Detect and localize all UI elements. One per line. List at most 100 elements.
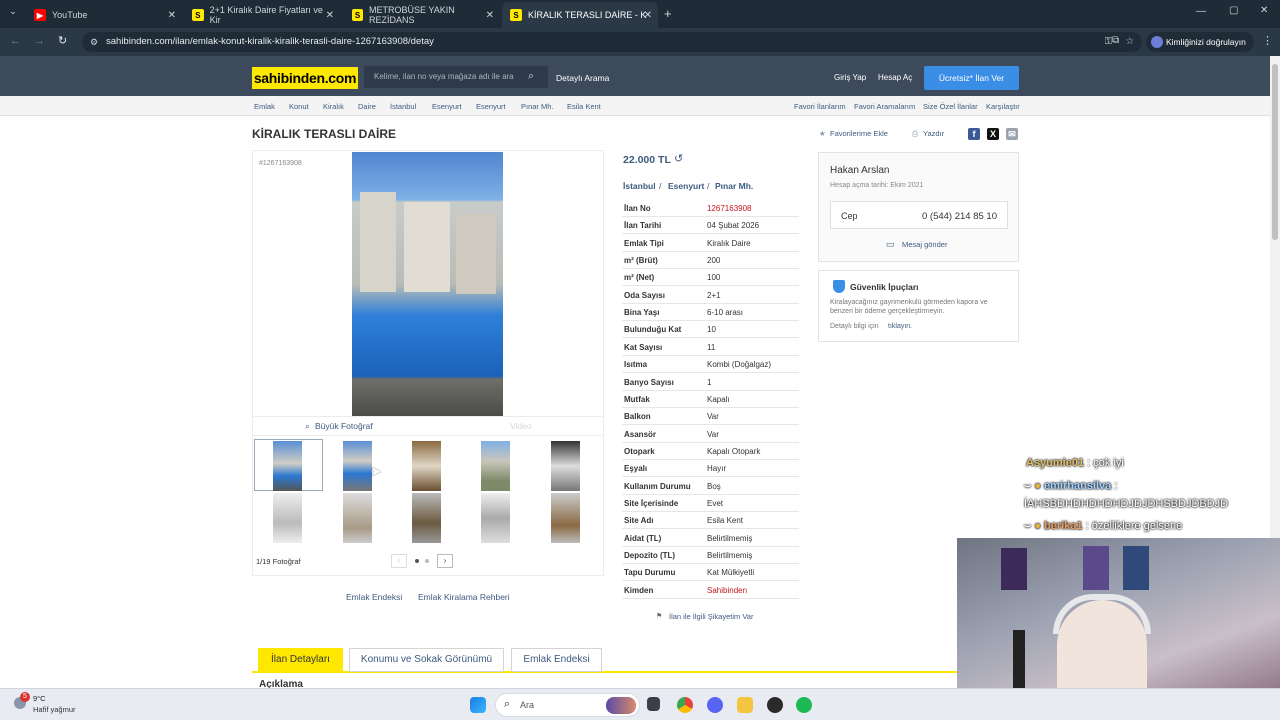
tab-label: YouTube [52,10,88,20]
magnify-icon[interactable]: ⌕ [305,421,310,432]
facebook-icon[interactable]: f [968,128,980,140]
scrollbar-thumb[interactable] [1272,64,1278,240]
minimize-icon[interactable]: — [1196,6,1206,17]
breadcrumb-item[interactable]: Daire [358,102,376,111]
password-key-icon[interactable]: ⚿ [1105,32,1112,52]
login-link[interactable]: Giriş Yap [834,73,866,82]
extensions-icon[interactable]: ⧉ [1112,35,1119,46]
thumbnail[interactable] [343,493,372,543]
email-share-icon[interactable]: ✉ [1006,128,1018,140]
breadcrumb: Emlak Konut Kiralık Daire İstanbul Eseny… [0,96,1270,116]
flag-icon[interactable]: ⚑ [656,612,662,620]
thumbnail[interactable] [481,493,510,543]
forward-icon[interactable]: → [34,35,45,47]
weather-temp[interactable]: 9°C [33,694,46,703]
complaint-link[interactable]: İlan ile İlgili Şikayetim Var [669,612,753,621]
thumbnail[interactable] [412,493,441,543]
back-icon[interactable]: ← [10,35,21,47]
register-link[interactable]: Hesap Aç [878,73,912,82]
tab-youtube[interactable]: ▶ YouTube ✕ [26,2,182,28]
x-twitter-icon[interactable]: X [987,128,999,140]
file-explorer-icon[interactable] [737,697,753,713]
favorite-star-icon[interactable]: ★ [819,129,826,138]
thumbnail[interactable] [343,441,372,491]
tab-list-icon[interactable]: ⌄ [6,6,20,20]
new-tab-icon[interactable]: + [664,6,672,21]
main-photo[interactable] [352,152,503,416]
maximize-icon[interactable]: ▢ [1229,5,1238,16]
tab-listing-1[interactable]: S 2+1 Kiralık Daire Fiyatları ve Kir ✕ [184,2,340,28]
close-icon[interactable]: ✕ [326,10,334,21]
safety-more-link[interactable]: tıklayın. [888,323,912,330]
quick-link[interactable]: Size Özel İlanlar [923,102,978,111]
thumbnail[interactable] [412,441,441,491]
window-close-icon[interactable]: ✕ [1260,5,1268,16]
task-view-icon[interactable] [647,697,660,711]
url-field[interactable]: ⚙ sahibinden.com/ilan/emlak-konut-kirali… [82,32,1142,52]
tab-real-estate-index[interactable]: Emlak Endeksi [511,648,602,672]
printer-icon[interactable]: ⎙ [912,129,918,139]
location-district[interactable]: Esenyurt [668,181,704,191]
quick-link[interactable]: Favori Aramalarım [854,102,915,111]
location-city[interactable]: İstanbul [623,181,656,191]
start-icon[interactable] [470,697,486,713]
weather-desc[interactable]: Hafif yağmur [33,705,76,714]
discord-icon[interactable] [707,697,723,713]
price-history-icon[interactable]: ↺ [674,152,683,165]
quick-link[interactable]: Favori İlanlarım [794,102,846,111]
chrome-icon[interactable] [677,697,693,713]
prev-photo-button[interactable]: ‹ [391,554,407,568]
browser-menu-icon[interactable]: ⋮ [1262,34,1273,47]
thumbnail[interactable] [273,441,302,491]
phone-number[interactable]: 0 (544) 214 85 10 [922,211,997,222]
identity-verify-button[interactable]: Kimliğinizi doğrulayın [1146,32,1254,52]
spotify-icon[interactable] [796,697,812,713]
seller-name[interactable]: Hakan Arslan [830,165,889,176]
breadcrumb-item[interactable]: Kiralık [323,102,344,111]
detail-value: 1 [707,377,712,387]
message-icon[interactable]: ▭ [886,239,895,250]
next-photo-button[interactable]: › [437,554,453,568]
thumbnail[interactable] [551,441,580,491]
location-neighborhood[interactable]: Pınar Mh. [715,181,753,191]
tab-listing-2[interactable]: S METROBÜSE YAKIN REZİDANS ✕ [344,2,500,28]
detail-row: İlan Tarihi 04 Şubat 2026 [622,217,799,235]
emlak-endeksi-link[interactable]: Emlak Endeksi [346,592,402,602]
thumbnail[interactable] [481,441,510,491]
close-icon[interactable]: ✕ [168,10,176,21]
quick-link[interactable]: Karşılaştır [986,102,1020,111]
close-icon[interactable]: ✕ [486,10,494,21]
app-icon[interactable] [767,697,783,713]
taskbar-search-input[interactable]: ⌕ Ara [495,693,640,717]
detail-value[interactable]: Sahibinden [707,586,747,595]
add-favorite-link[interactable]: Favorilerime Ekle [830,129,888,138]
send-message-link[interactable]: Mesaj gönder [902,240,947,249]
tab-listing-details[interactable]: İlan Detayları [258,648,343,672]
site-logo[interactable]: sahibinden.com [252,67,358,89]
large-photo-button[interactable]: Büyük Fotoğraf [315,421,373,431]
breadcrumb-item[interactable]: Pınar Mh. [521,102,554,111]
tab-listing-active[interactable]: S KİRALIK TERASLI DAİRE - Kiralık ✕ [502,2,658,28]
breadcrumb-item[interactable]: Esenyurt [432,102,462,111]
pager-dot-active[interactable] [415,559,419,563]
rental-guide-link[interactable]: Emlak Kiralama Rehberi [418,592,510,602]
site-info-icon[interactable]: ⚙ [90,32,98,52]
detail-value[interactable]: 1267163908 [707,204,752,213]
breadcrumb-item[interactable]: Emlak [254,102,275,111]
thumbnail[interactable] [551,493,580,543]
post-ad-button[interactable]: Ücretsiz* İlan Ver [924,66,1019,90]
print-link[interactable]: Yazdır [923,129,944,138]
tab-location-street-view[interactable]: Konumu ve Sokak Görünümü [349,648,504,672]
close-icon[interactable]: ✕ [644,10,652,21]
thumbnail[interactable] [273,493,302,543]
breadcrumb-item[interactable]: Konut [289,102,309,111]
advanced-search-link[interactable]: Detaylı Arama [556,73,609,83]
pager-dot[interactable] [425,559,429,563]
reload-icon[interactable]: ↻ [58,34,67,47]
breadcrumb-item[interactable]: Esenyurt [476,102,506,111]
breadcrumb-item[interactable]: İstanbul [390,102,416,111]
search-input[interactable]: Kelime, ilan no veya mağaza adı ile ara [364,66,548,88]
breadcrumb-item[interactable]: Esila Kent [567,102,601,111]
bookmark-star-icon[interactable]: ☆ [1125,32,1134,52]
search-icon[interactable]: ⌕ [528,70,534,83]
